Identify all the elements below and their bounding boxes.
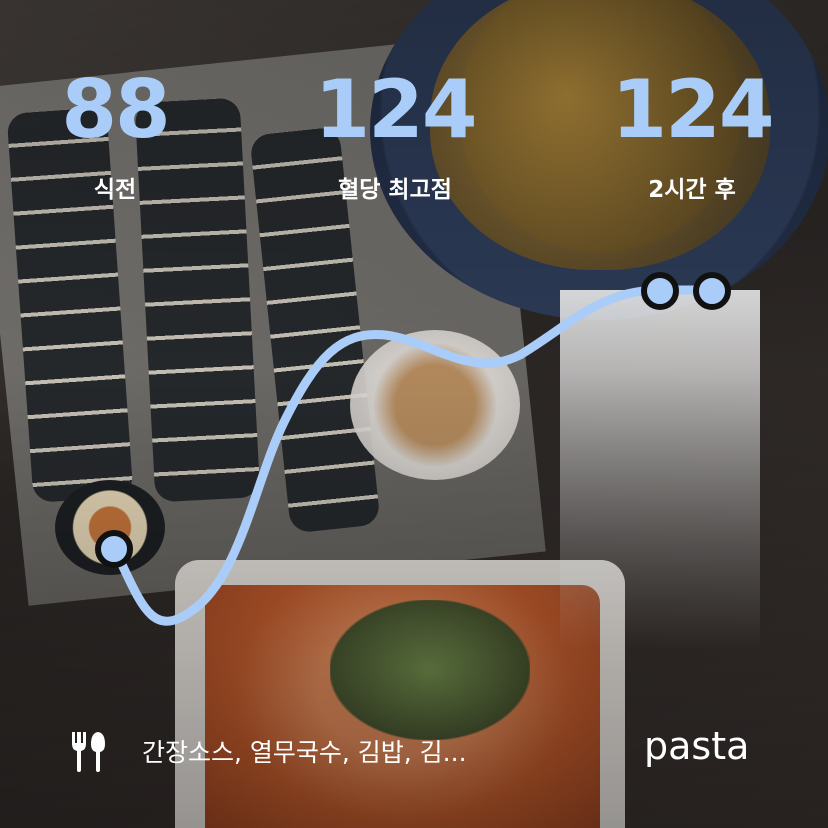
glucose-share-card: 88 식전 124 혈당 최고점 124 2시간 후 간장소스, 열무국수, 김… [0,0,828,828]
curve-marker-peak [641,272,679,310]
pasta-logo: pasta [644,724,750,768]
stat-two-hours-after: 124 2시간 후 [582,70,802,204]
meal-summary: 간장소스, 열무국수, 김밥, 김... [66,728,467,774]
stat-peak-label: 혈당 최고점 [338,177,452,203]
stat-after-value: 124 [611,63,775,156]
stat-after-label: 2시간 후 [648,177,736,203]
stat-peak: 124 혈당 최고점 [285,70,505,204]
glucose-curve-line [109,285,717,626]
meal-foods-text: 간장소스, 열무국수, 김밥, 김... [142,738,467,767]
stat-before-meal: 88 식전 [5,70,225,204]
stat-before-value: 88 [61,63,170,156]
stat-before-label: 식전 [93,177,137,203]
curve-marker-after [693,272,731,310]
curve-marker-before [95,530,133,568]
stat-peak-value: 124 [314,63,478,156]
fork-knife-icon [72,732,105,772]
